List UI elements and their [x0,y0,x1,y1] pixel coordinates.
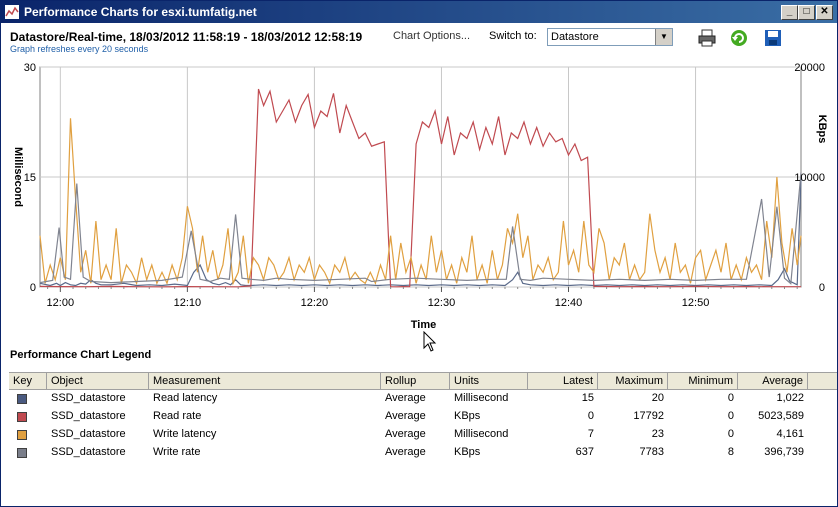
x-tick-label: 12:30 [428,297,456,309]
x-tick-label: 12:40 [555,297,583,309]
legend-cell-minimum: 0 [727,410,734,422]
legend-color-key [17,394,27,404]
legend-row[interactable]: SSD_datastore Read latency Average Millisec… [9,389,837,407]
title-bar[interactable]: Performance Charts for esxi.tumfatig.net… [1,1,837,23]
legend-header: Key Object Measurement Rollup Units Late… [9,372,837,390]
legend-cell-maximum: 7783 [639,446,664,458]
legend-cell-average: 4,161 [776,428,804,440]
legend-cell-rollup: Average [385,392,426,404]
col-units[interactable]: Units [450,373,528,389]
switch-to-dropdown[interactable]: Datastore ▼ [547,28,673,46]
col-latest[interactable]: Latest [528,373,598,389]
mouse-cursor-icon [423,331,437,352]
x-axis-label: Time [411,319,436,331]
legend-cell-units: KBps [454,446,481,458]
legend-cell-measurement: Read latency [153,392,218,404]
maximize-button[interactable]: □ [798,5,815,20]
print-icon[interactable] [697,28,717,48]
performance-chart-window: Performance Charts for esxi.tumfatig.net… [0,0,838,507]
legend-cell-object: SSD_datastore [51,428,126,440]
legend-cell-units: KBps [454,410,481,422]
x-tick-label: 12:00 [47,297,75,309]
chart-grid [39,66,802,288]
col-average[interactable]: Average [738,373,808,389]
legend-row[interactable]: SSD_datastore Read rate Average KBps 0 17792 0… [9,407,837,425]
y-left-tick-label: 0 [30,282,36,294]
chevron-down-icon[interactable]: ▼ [655,29,672,45]
switch-to-value: Datastore [551,31,599,43]
x-tick-label: 12:20 [301,297,329,309]
legend-cell-measurement: Write rate [153,446,201,458]
col-rollup[interactable]: Rollup [381,373,450,389]
refresh-note: Graph refreshes every 20 seconds [10,44,149,54]
legend-cell-latest: 15 [581,392,594,404]
legend-cell-latest: 7 [587,428,594,440]
y-right-tick-label: 10000 [794,172,825,184]
legend-cell-measurement: Read rate [153,410,202,422]
legend-color-key [17,448,27,458]
y-left-axis-label: Millisecond [12,147,24,207]
legend-cell-latest: 637 [575,446,594,458]
save-icon[interactable] [763,28,783,48]
y-left-tick-label: 15 [24,172,36,184]
chart-app-icon [5,5,19,19]
switch-to-label: Switch to: [489,30,537,42]
legend-cell-minimum: 8 [727,446,734,458]
legend-cell-measurement: Write latency [153,428,217,440]
x-tick-label: 12:50 [682,297,710,309]
legend-cell-maximum: 20 [651,392,664,404]
legend-cell-latest: 0 [587,410,594,422]
y-right-tick-label: 20000 [794,62,825,74]
legend-cell-average: 5023,589 [758,410,804,422]
col-measurement[interactable]: Measurement [149,373,381,389]
close-button[interactable]: ✕ [816,5,833,20]
legend-cell-maximum: 23 [651,428,664,440]
legend-cell-minimum: 0 [727,428,734,440]
legend-cell-object: SSD_datastore [51,392,126,404]
legend-row[interactable]: SSD_datastore Write rate Average KBps 637 778… [9,443,837,461]
legend-cell-average: 396,739 [764,446,804,458]
legend-color-key [17,412,27,422]
legend-cell-maximum: 17792 [633,410,664,422]
legend-cell-average: 1,022 [776,392,804,404]
legend-cell-object: SSD_datastore [51,446,126,458]
legend-cell-rollup: Average [385,410,426,422]
minimize-button[interactable]: _ [781,5,798,20]
legend-color-key [17,430,27,440]
col-key[interactable]: Key [9,373,47,389]
legend-row[interactable]: SSD_datastore Write latency Average Millise… [9,425,837,443]
legend-cell-units: Millisecond [454,428,509,440]
col-minimum[interactable]: Minimum [668,373,738,389]
y-right-axis-label: KBps [816,115,828,144]
legend-cell-rollup: Average [385,428,426,440]
y-left-tick-label: 30 [24,62,36,74]
legend-cell-rollup: Average [385,446,426,458]
window-title: Performance Charts for esxi.tumfatig.net [24,5,257,19]
refresh-icon[interactable] [729,28,749,48]
legend-title: Performance Chart Legend [10,349,152,361]
legend-cell-object: SSD_datastore [51,410,126,422]
col-maximum[interactable]: Maximum [598,373,668,389]
legend-cell-units: Millisecond [454,392,509,404]
col-object[interactable]: Object [47,373,149,389]
chart-time-range-title: Datastore/Real-time, 18/03/2012 11:58:19… [10,30,363,44]
x-tick-label: 12:10 [174,297,202,309]
y-right-tick-label: 0 [819,282,825,294]
legend-cell-minimum: 0 [727,392,734,404]
performance-chart[interactable]: 12:00 12:10 12:20 12:30 12:40 12:50 0 15 30 0 1000… [1,57,837,337]
chart-options-link[interactable]: Chart Options... [393,30,470,42]
